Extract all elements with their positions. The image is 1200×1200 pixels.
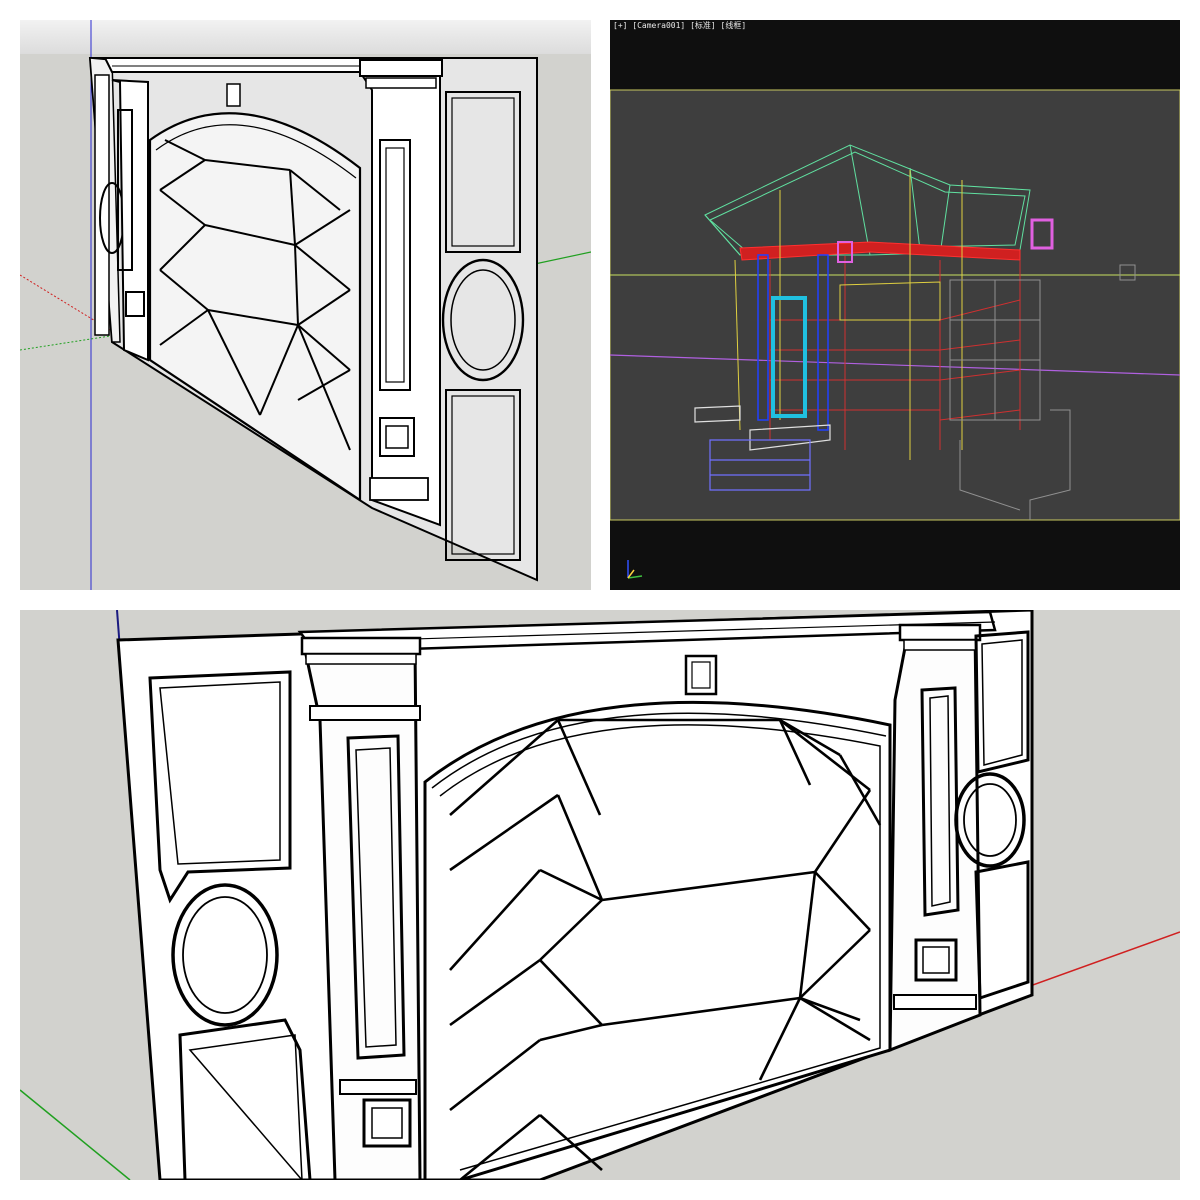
green-axis (20, 335, 111, 351)
green-axis (20, 1089, 131, 1180)
3dsmax-viewport[interactable]: [+] [Camera001] [标准] [线框] (610, 20, 1180, 590)
sketchup-viewport-left[interactable] (20, 20, 591, 590)
axis-gizmo-icon (627, 560, 643, 579)
wireframe-scene (610, 89, 1180, 579)
sketchup-viewport-bottom[interactable] (20, 610, 1180, 1180)
wall-panel-closeup (20, 610, 1180, 1180)
wall-panel-model (20, 20, 591, 590)
